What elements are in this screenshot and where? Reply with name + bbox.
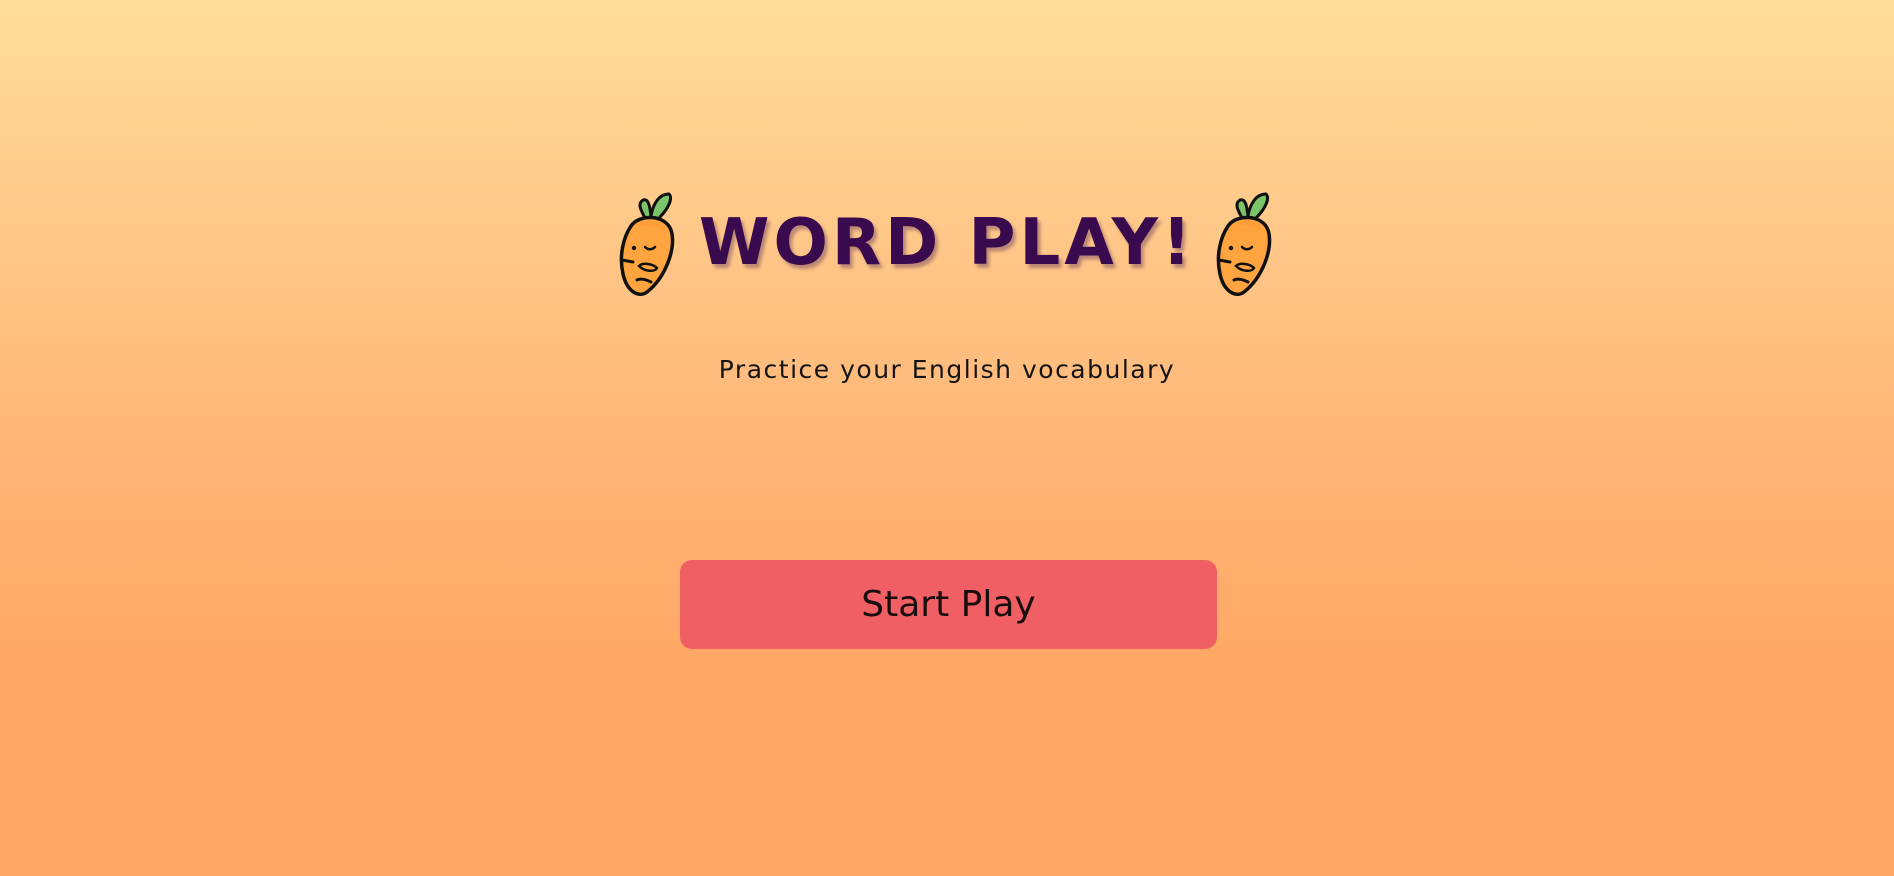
start-play-button[interactable]: Start Play [680, 560, 1217, 649]
title-banner: WORD PLAY! [0, 180, 1894, 305]
page-title: WORD PLAY! [698, 206, 1196, 280]
subtitle: Practice your English vocabulary [718, 355, 1176, 384]
carrot-icon [1216, 192, 1272, 296]
